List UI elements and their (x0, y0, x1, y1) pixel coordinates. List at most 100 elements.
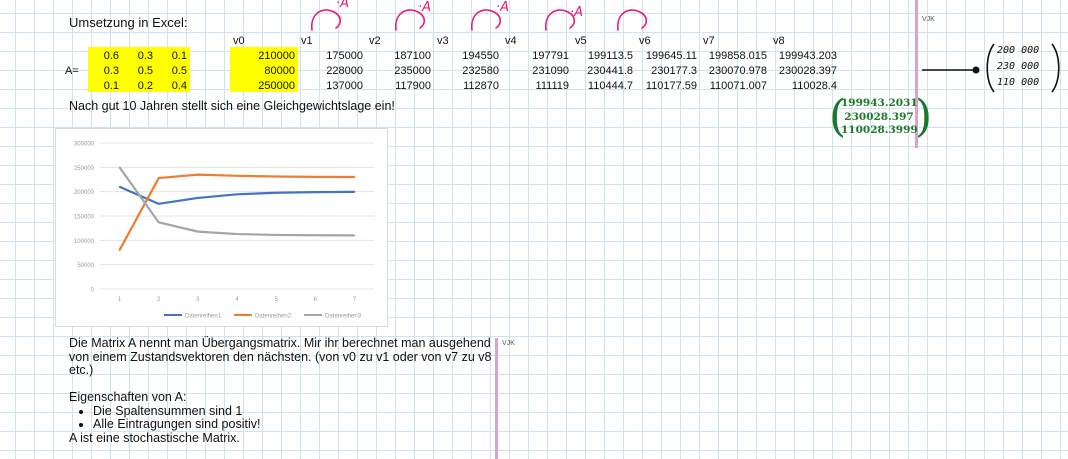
handwritten-value-3: 110 000 (997, 77, 1040, 88)
vector-cell: 137000 (326, 80, 363, 92)
vector-cell: 187100 (394, 50, 431, 62)
handwritten-value-2: 230 000 (997, 61, 1040, 72)
vector-cell: 228000 (326, 65, 363, 77)
vector-cell: 250000 (230, 77, 298, 92)
vector-cell: 110071.007 (709, 80, 767, 92)
table-header-row: v0 v1 v2 v3 v4 v5 v6 v7 v8 (62, 32, 840, 47)
matrix-label: A= (65, 65, 79, 77)
series-line-datenreihen2 (118, 173, 355, 251)
vector-cell: 80000 (230, 62, 298, 77)
list-item: Die Spaltensummen sind 1 (93, 404, 499, 419)
vjk-label-top: VJK (922, 16, 935, 23)
vector-cell: 110028.4 (791, 80, 837, 92)
header-v8: v8 (773, 35, 785, 47)
data-point (314, 234, 317, 237)
vector-cell: 117900 (395, 80, 431, 92)
legend-label: Datenreihen3 (325, 314, 362, 320)
table-row: 0.1 0.2 0.4 250000 137000 117900 112870 … (62, 77, 840, 92)
x-tick-label: 5 (274, 297, 278, 303)
result-vector: ( 199943.2031 230028.397 110028.3999 ) (829, 95, 932, 141)
matrix-cell: 0.3 (88, 62, 122, 77)
vector-cell: 110177.59 (645, 80, 697, 92)
header-v6: v6 (639, 35, 651, 47)
y-tick-label: 150000 (74, 215, 95, 221)
data-point (157, 203, 160, 205)
x-tick-label: 4 (235, 297, 239, 303)
vector-cell: 231090 (532, 65, 569, 77)
handwritten-vector: 200 000 230 000 110 000 (985, 42, 1061, 94)
table-row: A= 0.3 0.5 0.5 80000 228000 235000 23258… (62, 62, 840, 77)
data-point (118, 186, 121, 188)
vector-cell: 111119 (535, 80, 569, 92)
vector-cell: 199943.203 (778, 50, 837, 62)
result-value-2: 230028.397 (844, 110, 914, 123)
x-tick-label: 3 (196, 297, 200, 303)
x-tick-label: 7 (353, 297, 357, 303)
vector-cell: 230177.3 (651, 65, 697, 77)
matrix-cell: 0.2 (122, 77, 156, 92)
step-label-1: ·A (336, 0, 349, 11)
vector-cell: 199645.11 (645, 50, 697, 62)
vector-cell: 235000 (394, 65, 431, 77)
table-row: 0.6 0.3 0.1 210000 175000 187100 194550 … (62, 47, 840, 62)
x-tick-label: 6 (314, 297, 318, 303)
legend-label: Datenreihen1 (185, 314, 222, 320)
equilibrium-note: Nach gut 10 Jahren stellt sich eine Glei… (69, 99, 395, 113)
data-point (353, 176, 356, 178)
result-value-1: 199943.2031 (841, 97, 918, 109)
explanation-paragraph: Die Matrix A nennt man Übergangsmatrix. … (69, 336, 492, 377)
properties-list: Die Spaltensummen sind 1 Alle Eintragung… (69, 404, 499, 432)
data-point (275, 175, 277, 178)
y-tick-label: 300000 (74, 142, 95, 148)
matrix-cell: 0.6 (88, 47, 122, 62)
y-tick-label: 100000 (74, 239, 95, 245)
data-point (353, 234, 356, 237)
matrix-cell: 0.3 (122, 47, 156, 62)
data-point (197, 173, 199, 176)
vector-cell: 232580 (462, 65, 499, 77)
data-point (197, 197, 199, 199)
vector-cell: 197791 (532, 50, 569, 62)
line-chart: 300000 250000 200000 150000 100000 50000 0 1 2 3 4… (55, 128, 388, 327)
header-v5: v5 (575, 35, 587, 47)
data-point (118, 249, 121, 251)
matrix-cell: 0.5 (122, 62, 156, 77)
data-point (275, 234, 277, 236)
vjk-label-bottom: VJK (502, 340, 515, 347)
step-label-2: ·A (418, 0, 431, 15)
y-tick-label: 200000 (74, 190, 95, 196)
right-paren-icon: ) (915, 91, 933, 142)
page-heading: Umsetzung in Excel: (69, 15, 188, 30)
vector-cell: 230070.978 (708, 65, 767, 77)
data-point (236, 175, 238, 177)
data-point (118, 166, 121, 169)
legend-label: Datenreihen2 (255, 314, 292, 320)
header-v0: v0 (233, 35, 245, 47)
y-tick-label: 50000 (77, 263, 94, 269)
step-arrows-annotation: ·A ·A ·A ·A (311, 0, 648, 31)
data-point (314, 191, 317, 193)
x-tick-label: 1 (118, 297, 122, 303)
conclusion-text: A ist eine stochastische Matrix. (69, 430, 240, 445)
data-point (157, 177, 160, 179)
arrow-right-icon (922, 66, 980, 74)
data-point (236, 193, 238, 196)
excel-table: v0 v1 v2 v3 v4 v5 v6 v7 v8 0.6 0.3 0.1 2… (62, 32, 840, 92)
matrix-cell: 0.5 (156, 62, 190, 77)
header-v1: v1 (301, 35, 313, 47)
data-point (353, 191, 356, 193)
properties-title: Eigenschaften von A: (69, 390, 187, 404)
data-point (314, 176, 317, 178)
data-point (197, 230, 199, 233)
chart-canvas: 300000 250000 200000 150000 100000 50000 0 1 2 3 4… (74, 142, 374, 320)
result-value-3: 110028.3999 (841, 124, 918, 136)
series-line-datenreihen1 (119, 185, 355, 205)
vector-cell: 194550 (462, 50, 499, 62)
vector-cell: 175000 (326, 50, 363, 62)
matrix-cell: 0.4 (156, 77, 190, 92)
data-point (275, 191, 277, 194)
vector-cell: 199858.015 (708, 50, 767, 62)
header-v4: v4 (505, 35, 517, 47)
header-v3: v3 (437, 35, 449, 47)
explanation-block: Die Matrix A nennt man Übergangsmatrix. … (69, 336, 499, 445)
